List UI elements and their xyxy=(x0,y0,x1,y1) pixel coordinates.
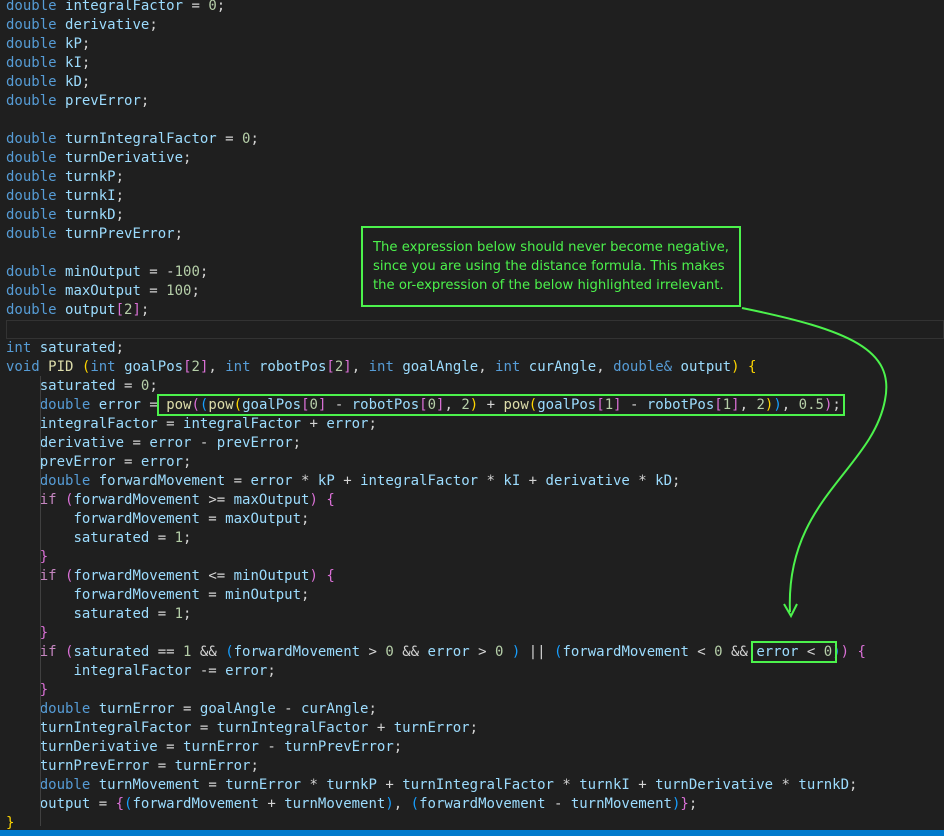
annotation-arrow xyxy=(741,307,888,619)
status-bar xyxy=(0,830,944,836)
arrow-curve xyxy=(741,307,888,613)
